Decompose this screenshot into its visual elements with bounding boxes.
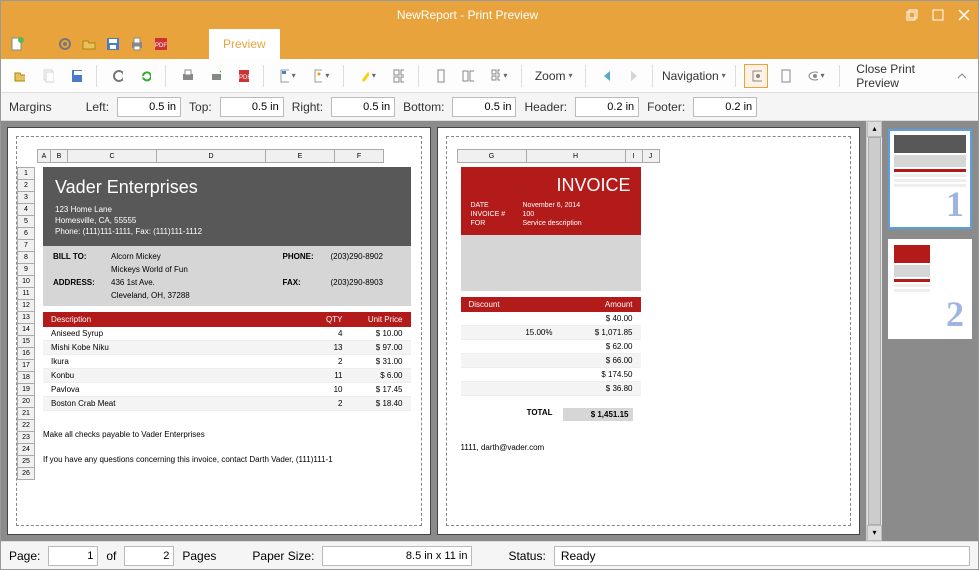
refresh-button[interactable] xyxy=(133,64,157,88)
first-page-button[interactable] xyxy=(594,64,617,88)
last-page-button[interactable] xyxy=(621,64,644,88)
export-pdf-button[interactable]: PDF xyxy=(231,64,255,88)
layout-grid-button[interactable] xyxy=(484,64,514,88)
thumbnail-1[interactable]: 1 xyxy=(888,129,972,229)
preview-pages: ABCDEF 123456789101112131415161718192021… xyxy=(1,121,866,541)
table-row: $ 62.00 xyxy=(461,340,641,354)
window-title: NewReport - Print Preview xyxy=(29,8,906,22)
top-label: Top: xyxy=(189,100,212,114)
amounts-table: $ 40.0015.00%$ 1,071.85$ 62.00$ 66.00$ 1… xyxy=(461,312,641,396)
paper-size[interactable] xyxy=(322,546,472,566)
navigation-button[interactable]: Navigation xyxy=(660,64,727,88)
zoom-button[interactable]: Zoom xyxy=(530,64,577,88)
layout-two-button[interactable] xyxy=(455,64,479,88)
table-row: Mishi Kobe Niku13$ 97.00 xyxy=(43,341,411,355)
table-row: $ 66.00 xyxy=(461,354,641,368)
footer-label: Footer: xyxy=(647,100,685,114)
print-button[interactable] xyxy=(174,64,198,88)
margins-bar: Margins Left: Top: Right: Bottom: Header… xyxy=(1,93,978,121)
paper-label: Paper Size: xyxy=(252,549,314,563)
contact-line: 1111, darth@vader.com xyxy=(461,443,641,452)
thumbnail-2[interactable]: 2 xyxy=(888,239,972,339)
save-button[interactable] xyxy=(64,64,88,88)
gear-icon[interactable] xyxy=(55,34,75,54)
top-input[interactable] xyxy=(220,97,284,117)
pdf-icon[interactable]: PDF xyxy=(151,34,171,54)
margins-label: Margins xyxy=(9,100,52,114)
table-row: Pavlova10$ 17.45 xyxy=(43,383,411,397)
col-labels-p1: ABCDEF xyxy=(37,149,383,163)
total-row: TOTAL$ 1,451.15 xyxy=(461,404,641,425)
export-image-button[interactable] xyxy=(306,64,336,88)
items-table: Aniseed Syrup4$ 10.00Mishi Kobe Niku13$ … xyxy=(43,327,411,411)
restore-icon[interactable] xyxy=(906,9,918,21)
table-header: DescriptionQTYUnit Price xyxy=(43,312,411,327)
left-label: Left: xyxy=(86,100,109,114)
new-icon[interactable] xyxy=(7,34,27,54)
vertical-scrollbar[interactable]: ▴▾ xyxy=(866,121,882,541)
copy-button[interactable] xyxy=(35,64,59,88)
preview-content: ABCDEF 123456789101112131415161718192021… xyxy=(1,121,978,541)
status-bar: Page: of Pages Paper Size: Status: Ready xyxy=(1,541,978,569)
status-label: Status: xyxy=(508,549,545,563)
right-label: Right: xyxy=(292,100,323,114)
notes: Make all checks payable to Vader Enterpr… xyxy=(43,429,411,467)
highlight-button[interactable] xyxy=(352,64,382,88)
svg-text:PDF: PDF xyxy=(239,75,249,81)
right-input[interactable] xyxy=(331,97,395,117)
qa-dropdown-icon[interactable] xyxy=(175,34,195,54)
page-2[interactable]: GHIJ INVOICE DATENovember 6, 2014 INVOIC… xyxy=(437,127,861,535)
hand-tool-button[interactable] xyxy=(744,64,768,88)
left-input[interactable] xyxy=(117,97,181,117)
table-row: Ikura2$ 31.00 xyxy=(43,355,411,369)
amount-header: DiscountAmount xyxy=(461,297,641,312)
table-row: 15.00%$ 1,071.85 xyxy=(461,326,641,340)
bottom-label: Bottom: xyxy=(403,100,444,114)
table-row: Boston Crab Meat2$ 18.40 xyxy=(43,397,411,411)
open-icon[interactable] xyxy=(79,34,99,54)
maximize-icon[interactable] xyxy=(932,9,944,21)
pages-count xyxy=(124,546,174,566)
settings-button[interactable] xyxy=(105,64,129,88)
thumbnails-button[interactable] xyxy=(386,64,410,88)
open-button[interactable] xyxy=(7,64,31,88)
page-label: Page: xyxy=(9,549,40,563)
row-labels-p1: 1234567891011121314151617181920212223242… xyxy=(17,167,35,479)
svg-text:PDF: PDF xyxy=(155,43,167,49)
expand-ribbon-icon[interactable] xyxy=(950,64,972,88)
header-label: Header: xyxy=(524,100,567,114)
status-text: Ready xyxy=(554,546,970,566)
select-tool-button[interactable] xyxy=(772,64,796,88)
col-labels-p2: GHIJ xyxy=(457,149,659,163)
tab-preview[interactable]: Preview xyxy=(209,29,280,59)
header-input[interactable] xyxy=(575,97,639,117)
bottom-input[interactable] xyxy=(452,97,516,117)
quick-access-toolbar: PDF Preview xyxy=(1,29,978,59)
print-icon[interactable] xyxy=(127,34,147,54)
main-toolbar: PDF Zoom Navigation Close Print Preview xyxy=(1,59,978,93)
quick-print-button[interactable] xyxy=(203,64,227,88)
table-row: $ 36.80 xyxy=(461,382,641,396)
company-header: Vader Enterprises 123 Home Lane Homesvil… xyxy=(43,167,411,246)
view-button[interactable] xyxy=(801,64,831,88)
save-icon[interactable] xyxy=(103,34,123,54)
invoice-header: INVOICE DATENovember 6, 2014 INVOICE #10… xyxy=(461,167,641,235)
page-1[interactable]: ABCDEF 123456789101112131415161718192021… xyxy=(7,127,431,535)
layout-single-button[interactable] xyxy=(427,64,451,88)
table-row: Aniseed Syrup4$ 10.00 xyxy=(43,327,411,341)
table-row: Konbu11$ 6.00 xyxy=(43,369,411,383)
company-name: Vader Enterprises xyxy=(55,177,399,198)
close-preview-button[interactable]: Close Print Preview xyxy=(847,64,946,88)
footer-input[interactable] xyxy=(693,97,757,117)
close-icon[interactable] xyxy=(958,9,970,21)
page-input[interactable] xyxy=(48,546,98,566)
thumbnails-panel: 1 2 xyxy=(882,121,978,541)
table-row: $ 40.00 xyxy=(461,312,641,326)
export-rtf-button[interactable] xyxy=(272,64,302,88)
titlebar: NewReport - Print Preview xyxy=(1,1,978,29)
bill-to-box: BILL TO:Alcorn MickeyPHONE:(203)290-8902… xyxy=(43,246,411,306)
table-row: $ 174.50 xyxy=(461,368,641,382)
